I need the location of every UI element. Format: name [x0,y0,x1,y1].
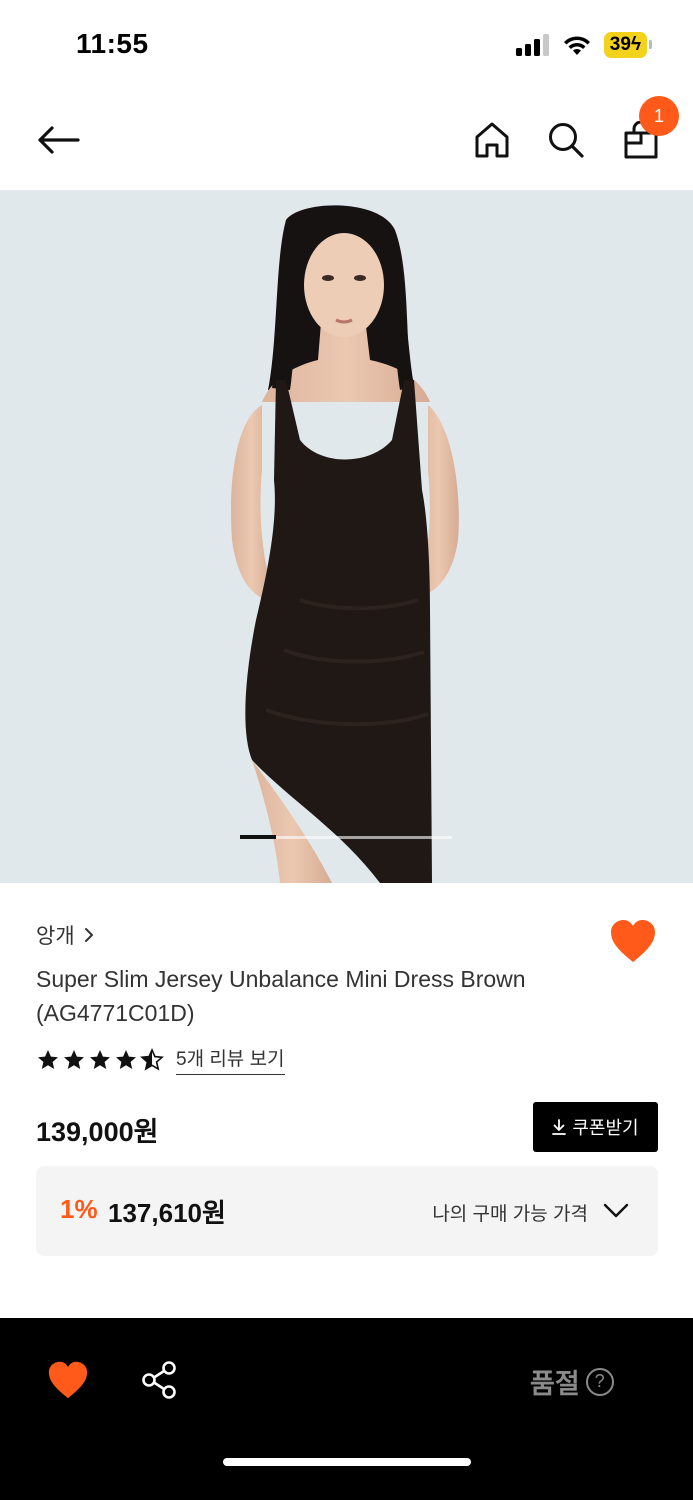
product-image-carousel[interactable] [0,190,693,883]
search-icon [549,123,584,158]
share-button[interactable] [140,1360,180,1400]
star-icon [64,1049,84,1069]
soldout-status: 품절 ? [530,1362,614,1401]
bottom-wishlist-button[interactable] [46,1360,90,1400]
status-bar: 11:55 39ϟ [0,0,693,90]
share-icon [142,1361,176,1399]
top-navigation: 1 [0,90,693,190]
back-button[interactable] [32,114,84,166]
chevron-down-icon [603,1203,629,1218]
discount-rate: 1% [60,1194,98,1224]
product-photo [0,190,693,883]
status-time: 11:55 [76,28,149,59]
rating-stars [36,1047,164,1072]
cart-count-badge: 1 [639,96,679,136]
star-icon [38,1049,58,1069]
search-button[interactable] [540,114,592,166]
soldout-label: 품절 [530,1369,580,1399]
discount-price: 137,610원 [108,1198,226,1228]
star-icon [116,1049,136,1069]
rating-row: 5개 리뷰 보기 [36,1044,285,1075]
heart-icon [611,920,655,962]
product-name: Super Slim Jersey Unbalance Mini Dress B… [36,966,526,1026]
help-icon[interactable]: ? [585,1367,614,1396]
back-arrow-icon [38,126,80,154]
carousel-indicator-active [240,835,276,839]
star-icon [90,1049,110,1069]
coupon-label: 쿠폰받기 [572,1118,639,1138]
battery-indicator: 39ϟ [603,32,653,58]
home-icon [475,122,509,158]
product-price: 139,000원 [36,1117,159,1147]
wifi-icon [563,36,590,55]
coupon-button[interactable]: 쿠폰받기 [533,1102,658,1152]
brand-name: 앙개 [36,925,75,948]
my-price-label: 나의 구매 가능 가격 [432,1204,588,1225]
home-indicator [223,1458,471,1466]
shopping-bag-button[interactable]: 1 [615,96,679,166]
status-indicators: 39ϟ [515,32,653,58]
charging-bolt-icon: ϟ [630,34,641,55]
brand-link[interactable]: 앙개 [36,920,95,950]
review-link[interactable]: 5개 리뷰 보기 [176,1044,285,1075]
heart-icon [48,1361,88,1399]
my-price-panel[interactable]: 1% 137,610원 나의 구매 가능 가격 [36,1166,658,1256]
download-icon [552,1119,567,1135]
home-button[interactable] [466,114,518,166]
battery-level: 39 [609,34,631,55]
bottom-action-bar: 품절 ? [0,1318,693,1500]
star-half-icon [140,1047,164,1071]
chevron-right-icon [84,928,93,942]
wishlist-button[interactable] [608,918,658,964]
cellular-signal-icon [515,34,549,56]
